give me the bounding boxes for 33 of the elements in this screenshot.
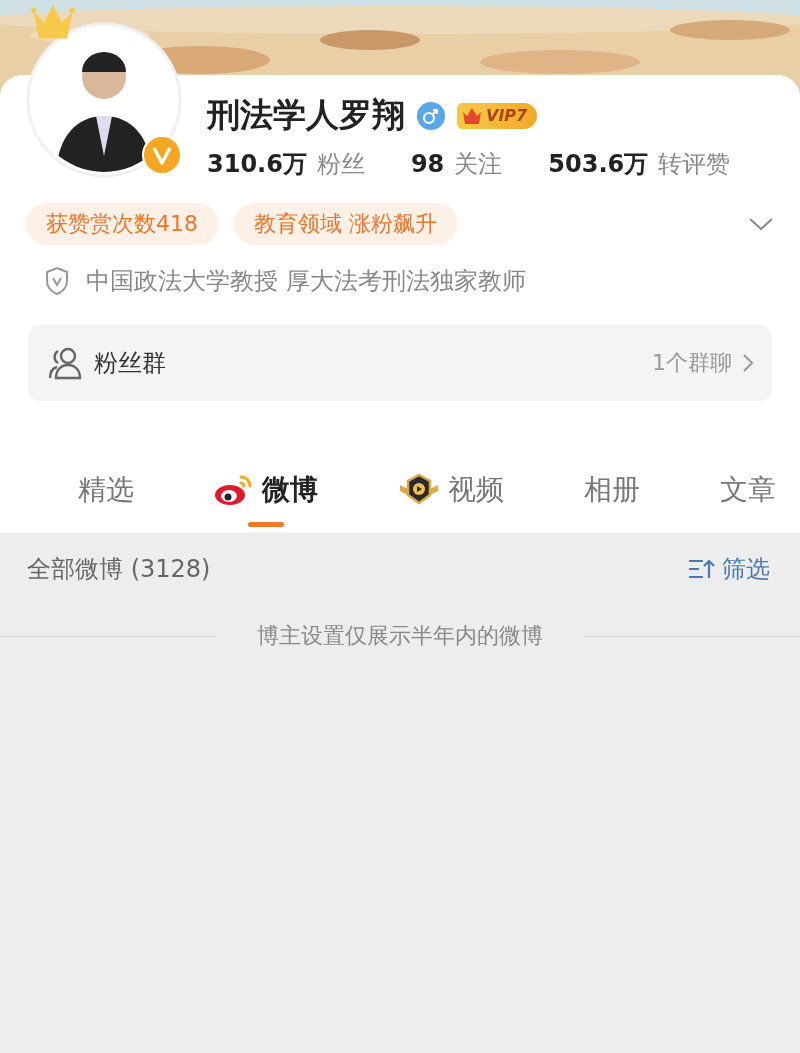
vip-badge: VIP7 (457, 102, 538, 129)
weibo-logo-icon (214, 473, 254, 507)
group-chat-count: 1个群聊 (652, 349, 732, 377)
chevron-right-icon (742, 353, 754, 373)
profile-tab[interactable]: 文章 (720, 467, 776, 513)
shield-icon (44, 266, 70, 296)
stat-label[interactable]: 关注 (454, 148, 503, 180)
notice-text: 博主设置仅展示半年内的微博 (257, 622, 543, 650)
profile-tab[interactable]: 相册 (584, 467, 640, 513)
stat-value[interactable]: 98 (410, 150, 445, 178)
chevron-down-icon[interactable] (748, 216, 774, 232)
fan-group-row[interactable]: 粉丝群 1个群聊 (28, 325, 772, 401)
stat-label[interactable]: 粉丝 (316, 148, 365, 180)
active-tab-indicator (248, 522, 284, 527)
fan-group-label: 粉丝群 (94, 348, 166, 379)
filter-button[interactable]: 筛选 (688, 553, 770, 585)
profile-tab[interactable]: 微博 (214, 467, 318, 513)
user-name: 刑法学人罗翔 (207, 94, 405, 136)
people-icon (46, 346, 84, 380)
male-gender-icon (417, 101, 445, 130)
profile-tab[interactable]: 视频 (398, 467, 504, 513)
avatar[interactable] (26, 22, 182, 178)
video-badge-icon (398, 473, 440, 507)
stat-value[interactable]: 310.6万 (207, 148, 307, 180)
stat-label[interactable]: 转评赞 (658, 148, 731, 180)
verified-badge-icon (142, 135, 182, 175)
achievement-tag[interactable]: 获赞赏次数418 (26, 203, 218, 245)
sort-icon (688, 558, 716, 580)
feed-title: 全部微博 (3128) (27, 554, 211, 585)
profile-tab[interactable]: 精选 (78, 467, 134, 513)
verification-text: 中国政法大学教授 厚大法考刑法独家教师 (86, 266, 526, 297)
achievement-tag[interactable]: 教育领域 涨粉飙升 (234, 203, 457, 245)
stat-value[interactable]: 503.6万 (548, 148, 649, 180)
